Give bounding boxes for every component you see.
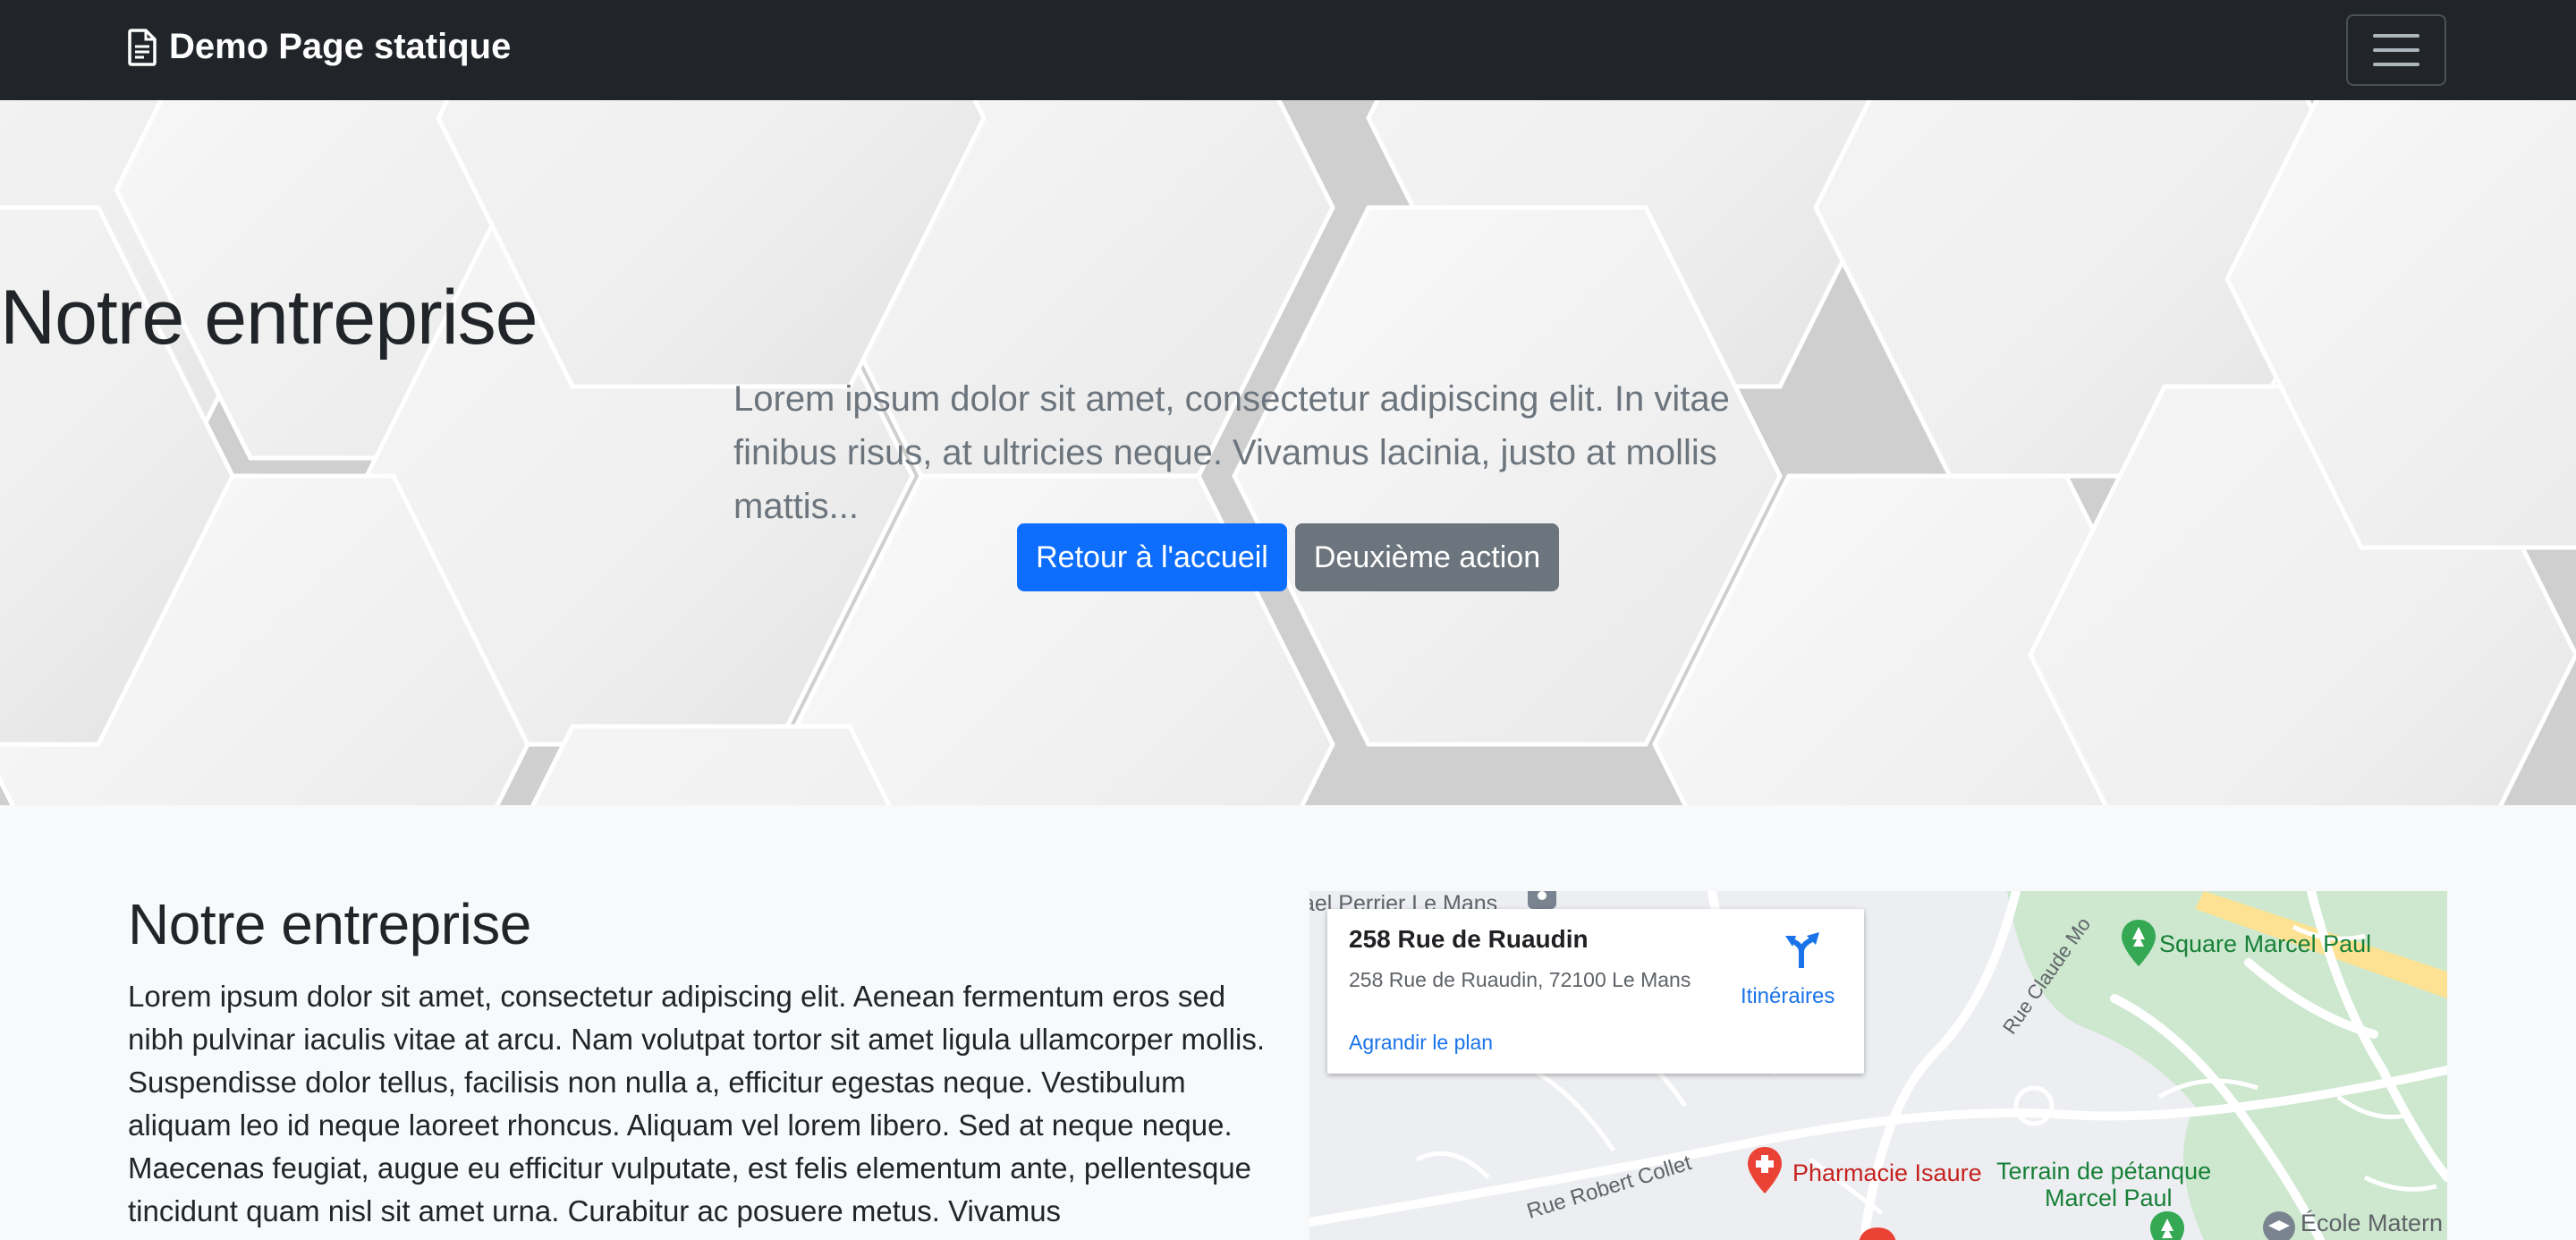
park-pin-icon-2: [2150, 1211, 2184, 1240]
navbar-toggler-button[interactable]: [2346, 14, 2446, 86]
map-label-park: Square Marcel Paul: [2159, 930, 2372, 957]
section-text: Lorem ipsum dolor sit amet, consectetur …: [128, 980, 1266, 1227]
second-action-button[interactable]: Deuxième action: [1295, 523, 1559, 591]
location-marker-icon: [1859, 1227, 1896, 1240]
back-home-button[interactable]: Retour à l'accueil: [1017, 523, 1287, 591]
directions-link[interactable]: Itinéraires: [1741, 984, 1835, 1009]
hero-lead-text: Lorem ipsum dolor sit amet, consectetur …: [733, 379, 1730, 526]
directions-icon[interactable]: [1780, 929, 1823, 972]
map-address-line: 258 Rue de Ruaudin, 72100 Le Mans: [1349, 968, 1691, 991]
school-pin-icon: [2263, 1211, 2295, 1240]
map-address-title: 258 Rue de Ruaudin: [1349, 925, 1589, 953]
enlarge-map-link[interactable]: Agrandir le plan: [1349, 1031, 1493, 1055]
section-title: Notre entreprise: [128, 892, 531, 956]
map-label-school: École Matern: [2301, 1210, 2444, 1236]
file-text-icon: [128, 28, 157, 66]
hamburger-menu-icon: [2373, 32, 2419, 68]
hero-section: Notre entreprise Lorem ipsum dolor sit a…: [0, 100, 2576, 805]
navbar: Demo Page statique: [0, 0, 2576, 100]
pharmacy-pin-icon: [1748, 1147, 1782, 1193]
navbar-brand[interactable]: Demo Page statique: [128, 27, 511, 67]
map-label-pharmacy: Pharmacie Isaure: [1792, 1159, 1982, 1186]
hero-title: Notre entreprise: [0, 275, 538, 361]
park-pin-icon: [2122, 920, 2156, 966]
brand-label: Demo Page statique: [169, 27, 512, 66]
embedded-map[interactable]: ael Perrier Le Mans Square Marcel Paul P…: [1309, 891, 2447, 1240]
map-label-petanque-1: Terrain de pétanque: [1996, 1158, 2212, 1185]
map-label-petanque-2: Marcel Paul: [2045, 1185, 2173, 1211]
map-info-card: 258 Rue de Ruaudin 258 Rue de Ruaudin, 7…: [1327, 909, 1864, 1074]
